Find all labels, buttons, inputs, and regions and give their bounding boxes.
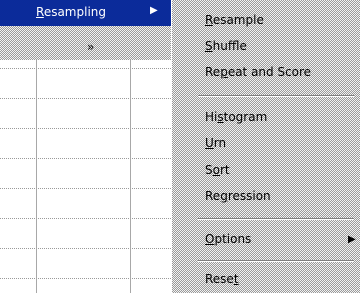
menu-expand-button[interactable]: » xyxy=(5,38,171,60)
menu-item-histogram[interactable]: Histogram xyxy=(205,110,267,124)
menu-item-reset[interactable]: Reset xyxy=(205,272,239,286)
grid-row-line xyxy=(0,248,171,249)
menu-item-shuffle[interactable]: Shuffle xyxy=(205,39,247,53)
chevron-down-icon: » xyxy=(87,40,95,54)
spreadsheet-grid xyxy=(0,60,171,293)
menu-item-sort[interactable]: Sort xyxy=(205,163,230,177)
resampling-submenu: Resample Shuffle Repeat and Score Histog… xyxy=(171,0,360,293)
options-submenu-arrow-icon: ▶ xyxy=(348,234,356,245)
grid-row-line xyxy=(0,68,171,69)
menu-item-resampling[interactable]: Resampling ▶ xyxy=(0,0,171,26)
grid-row-line xyxy=(0,188,171,189)
grid-row-line xyxy=(0,158,171,159)
menu-separator xyxy=(198,260,354,262)
menu-item-options[interactable]: Options xyxy=(205,232,251,246)
menu-separator xyxy=(198,218,354,220)
grid-column-line xyxy=(130,60,131,293)
submenu-arrow-icon: ▶ xyxy=(150,5,158,16)
menu-item-repeat-and-score[interactable]: Repeat and Score xyxy=(205,65,311,79)
grid-row-line xyxy=(0,218,171,219)
menu-separator xyxy=(198,95,354,97)
menu-item-urn[interactable]: Urn xyxy=(205,136,226,150)
grid-column-line xyxy=(36,60,37,293)
menu-item-regression[interactable]: Regression xyxy=(205,189,271,203)
grid-row-line xyxy=(0,128,171,129)
grid-row-line xyxy=(0,98,171,99)
menu-item-resampling-label: Resampling xyxy=(36,5,106,19)
menu-item-resample[interactable]: Resample xyxy=(205,13,264,27)
grid-row-line xyxy=(0,278,171,279)
